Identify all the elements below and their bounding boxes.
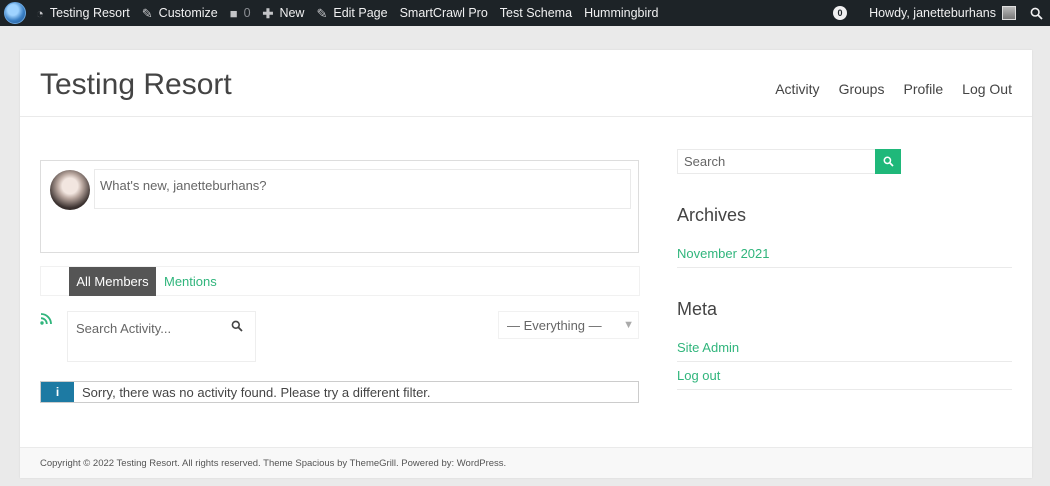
activity-tabs: All Members Mentions (40, 266, 640, 296)
nav-profile[interactable]: Profile (903, 81, 943, 97)
admin-bar: ◔ Testing Resort ✎ Customize ■ 0 ✚ New ✎… (0, 0, 1050, 26)
avatar (50, 170, 90, 210)
meta-link-log-out[interactable]: Log out (677, 368, 1012, 390)
adminbar-new[interactable]: ✚ New (257, 0, 311, 26)
comment-icon: ■ (229, 5, 238, 21)
no-activity-notice: i Sorry, there was no activity found. Pl… (40, 381, 639, 403)
adminbar-customize[interactable]: ✎ Customize (136, 0, 224, 26)
site-title[interactable]: Testing Resort (40, 68, 232, 102)
activity-search-box: Search Activity... (67, 311, 256, 362)
archives-heading: Archives (677, 205, 747, 225)
meta-link-site-admin[interactable]: Site Admin (677, 340, 1012, 362)
activity-filter-select[interactable]: — Everything — ▼ (498, 311, 639, 339)
footer-copyright: Copyright © 2022 Testing Resort. All rig… (40, 458, 507, 469)
brush-icon: ✎ (141, 5, 153, 21)
dashboard-icon: ◔ (36, 5, 44, 21)
chevron-down-icon: ▼ (623, 319, 634, 331)
tab-all-members[interactable]: All Members (69, 267, 156, 296)
plus-icon: ✚ (262, 5, 274, 21)
avatar (1002, 6, 1016, 20)
search-icon (1030, 7, 1043, 20)
notification-count-badge: 0 (833, 6, 848, 20)
info-icon: i (41, 382, 74, 402)
tab-mentions[interactable]: Mentions (164, 267, 217, 296)
sidebar-search-input[interactable]: Search (677, 149, 876, 174)
meta-heading: Meta (677, 299, 718, 319)
activity-search-input[interactable]: Search Activity... (76, 321, 171, 336)
wp-logo-menu[interactable] (0, 0, 30, 26)
adminbar-smartcrawl[interactable]: SmartCrawl Pro (394, 0, 494, 26)
archive-link-november-2021[interactable]: November 2021 (677, 246, 1012, 268)
adminbar-edit-page[interactable]: ✎ Edit Page (310, 0, 393, 26)
page-container: Testing Resort Activity Groups Profile L… (20, 50, 1032, 478)
adminbar-hummingbird[interactable]: Hummingbird (578, 0, 664, 26)
nav-activity[interactable]: Activity (775, 81, 819, 97)
whats-new-box: What's new, janetteburhans? (40, 160, 639, 253)
pencil-icon: ✎ (316, 5, 328, 21)
site-header: Testing Resort Activity Groups Profile L… (20, 50, 1032, 117)
sidebar-search-button[interactable] (875, 149, 901, 174)
whats-new-input[interactable]: What's new, janetteburhans? (94, 169, 631, 209)
site-logo-icon (4, 2, 26, 24)
adminbar-search[interactable] (1022, 0, 1050, 26)
rss-icon[interactable] (40, 312, 53, 328)
search-icon[interactable] (231, 320, 243, 335)
adminbar-test-schema[interactable]: Test Schema (494, 0, 578, 26)
adminbar-comments[interactable]: ■ 0 (224, 0, 257, 26)
site-footer: Copyright © 2022 Testing Resort. All rig… (20, 447, 1032, 478)
adminbar-notifications[interactable]: 0 (827, 0, 863, 26)
nav-groups[interactable]: Groups (839, 81, 885, 97)
search-icon (883, 156, 894, 167)
adminbar-site-name[interactable]: ◔ Testing Resort (30, 0, 136, 26)
adminbar-my-account[interactable]: Howdy, janetteburhans (863, 0, 1022, 26)
nav-log-out[interactable]: Log Out (962, 81, 1012, 97)
main-nav: Activity Groups Profile Log Out (775, 81, 1012, 97)
